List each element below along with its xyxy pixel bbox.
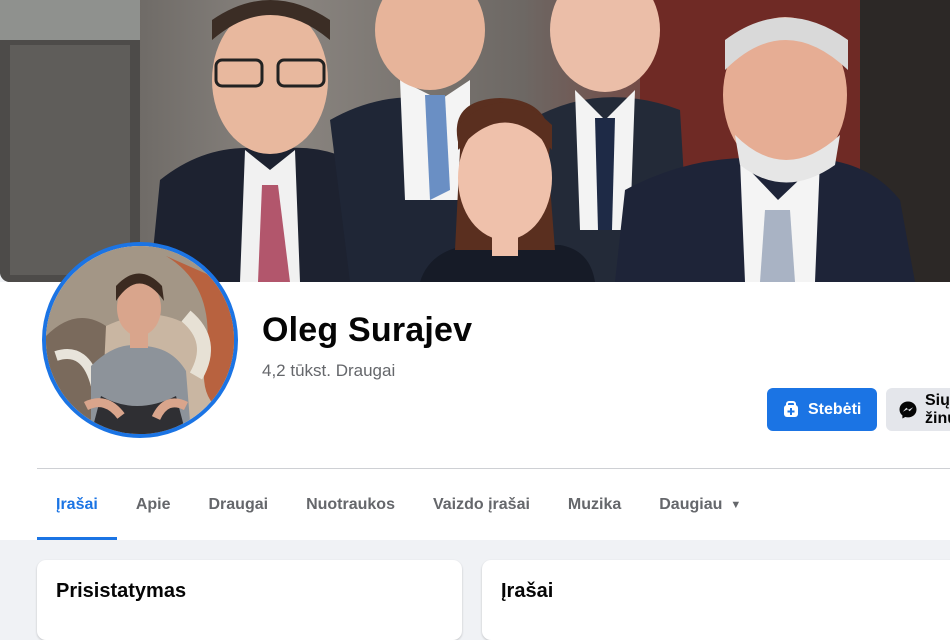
tab-music[interactable]: Muzika	[549, 470, 640, 540]
messenger-icon	[898, 400, 918, 420]
message-button[interactable]: Siųsti žinutę	[886, 388, 950, 431]
tab-label: Apie	[135, 496, 171, 513]
friends-count[interactable]: 4,2 tūkst. Draugai	[262, 361, 395, 381]
posts-card: Įrašai	[482, 560, 950, 640]
tab-more[interactable]: Daugiau ▼	[640, 470, 760, 540]
caret-down-icon: ▼	[730, 499, 742, 511]
tab-videos[interactable]: Vaizdo įrašai	[414, 470, 549, 540]
intro-card: Prisistatymas	[37, 560, 462, 640]
cover-photo-image	[0, 0, 950, 282]
profile-name: Oleg Surajev	[262, 311, 473, 349]
follow-button[interactable]: Stebėti	[767, 388, 877, 431]
header-divider	[37, 468, 950, 469]
follow-button-label: Stebėti	[808, 400, 862, 418]
intro-card-title: Prisistatymas	[56, 580, 187, 602]
tab-label: Vaizdo įrašai	[432, 496, 530, 513]
posts-card-title: Įrašai	[501, 580, 554, 602]
tab-posts[interactable]: Įrašai	[37, 470, 117, 540]
profile-tabs: Įrašai Apie Draugai Nuotraukos Vaizdo įr…	[37, 470, 760, 540]
tab-label: Nuotraukos	[306, 496, 395, 513]
tab-about[interactable]: Apie	[117, 470, 190, 540]
tab-label: Draugai	[208, 496, 269, 513]
follow-plus-icon	[781, 400, 801, 420]
cover-photo[interactable]	[0, 0, 950, 282]
tab-friends[interactable]: Draugai	[189, 470, 287, 540]
message-button-label: Siųsti žinutę	[925, 391, 950, 427]
tab-label: Muzika	[567, 496, 622, 513]
tab-photos[interactable]: Nuotraukos	[287, 470, 414, 540]
tab-label: Įrašai	[56, 496, 98, 513]
tab-label: Daugiau	[659, 496, 723, 513]
avatar[interactable]	[42, 242, 238, 438]
avatar-image	[46, 246, 234, 434]
